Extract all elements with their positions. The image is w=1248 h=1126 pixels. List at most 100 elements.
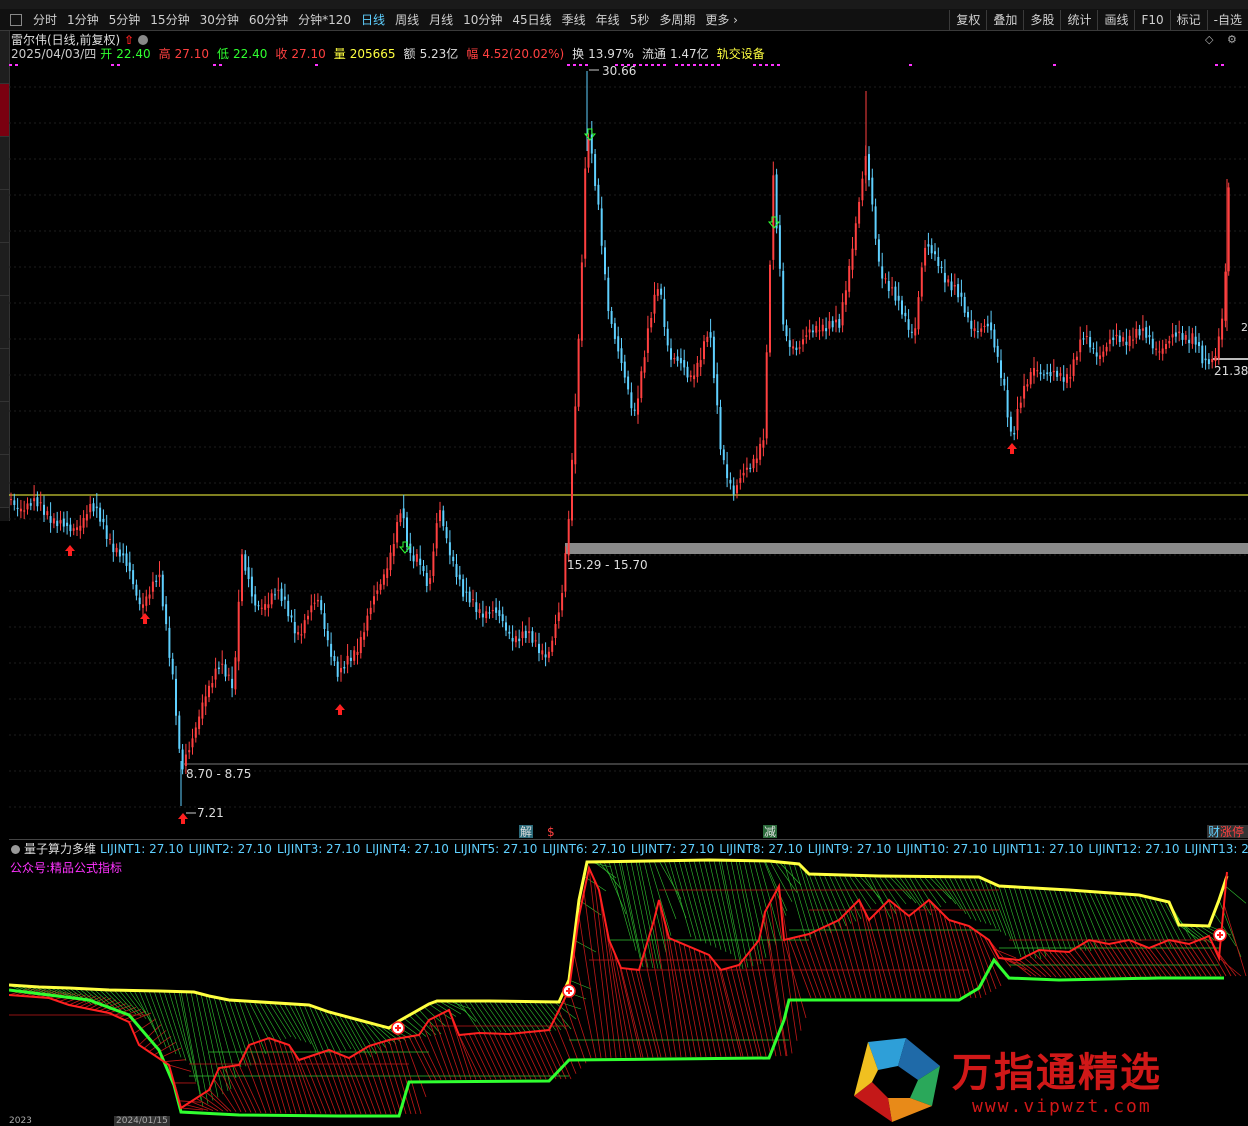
candle-body — [1026, 384, 1029, 387]
dropdown-icon[interactable] — [137, 35, 148, 45]
toolbar-button-5[interactable]: F10 — [1134, 9, 1169, 30]
toolbar-button-2[interactable]: 多股 — [1023, 9, 1060, 30]
period-tab-4[interactable]: 30分钟 — [195, 10, 244, 30]
signal-dot — [765, 64, 768, 66]
candle-body — [937, 256, 940, 266]
toolbar-button-7[interactable]: -自选 — [1206, 9, 1248, 30]
period-tab-8[interactable]: 周线 — [390, 10, 424, 30]
period-tab-5[interactable]: 60分钟 — [244, 10, 293, 30]
candle-body — [59, 520, 62, 524]
candle-body — [597, 184, 600, 205]
candle-body — [217, 667, 220, 669]
indicator-header: 量子算力多维 LIJINT1: 27.10 LIJINT2: 27.10 LIJINT… — [9, 840, 1248, 856]
period-tab-10[interactable]: 10分钟 — [458, 10, 507, 30]
candle-body — [1016, 409, 1019, 431]
candle-body — [1174, 332, 1177, 337]
side-tab-active[interactable] — [0, 84, 9, 137]
candle-body — [1099, 355, 1101, 359]
panel-toggle-icon[interactable] — [10, 13, 22, 26]
fan-line-red — [743, 958, 767, 1057]
axis-tick-label: 2 — [1241, 321, 1248, 334]
watermark-title: 万指通精选 — [952, 1050, 1162, 1096]
candle-body — [237, 601, 240, 662]
period-tab-13[interactable]: 年线 — [591, 10, 625, 30]
period-tab-12[interactable]: 季线 — [557, 10, 591, 30]
candle-body — [363, 632, 366, 640]
low-label: 7.21 — [197, 806, 224, 820]
side-tab[interactable] — [0, 455, 9, 508]
signal-dot — [15, 64, 18, 66]
candle-body — [745, 467, 748, 470]
period-tab-7[interactable]: 日线 — [356, 10, 390, 30]
side-tab[interactable] — [0, 243, 9, 296]
fan-line-red — [725, 968, 749, 1057]
period-tab-16[interactable]: 更多 › — [700, 10, 743, 30]
signal-dot — [579, 64, 582, 66]
period-tab-11[interactable]: 45日线 — [507, 10, 556, 30]
period-tab-3[interactable]: 15分钟 — [145, 10, 194, 30]
candle-body — [1036, 370, 1039, 372]
side-tab[interactable] — [0, 349, 9, 402]
candle-body — [924, 247, 927, 266]
signal-dot — [219, 64, 222, 66]
indicator-value-10: LIJINT11: 27.10 — [992, 842, 1084, 856]
candle-body — [297, 632, 300, 635]
kline-main-panel[interactable]: 30.66 15.29 - 15.70 8.70 - 8.75 7.21 21.38 2 解… — [9, 31, 1248, 839]
toolbar-button-0[interactable]: 复权 — [949, 9, 986, 30]
candle-body — [29, 503, 32, 506]
indicator-value-5: LIJINT6: 27.10 — [542, 842, 626, 856]
side-tab[interactable] — [0, 137, 9, 190]
sector-label[interactable]: 轨交设备 — [717, 47, 765, 61]
period-tab-14[interactable]: 5秒 — [625, 10, 655, 30]
side-tab[interactable] — [0, 402, 9, 455]
candle-body — [897, 295, 900, 301]
fan-line-green — [553, 1001, 577, 1020]
side-tab[interactable] — [0, 190, 9, 243]
candle-body — [485, 611, 488, 619]
diamond-icon[interactable]: ◇ — [1205, 33, 1213, 46]
candle-body — [521, 631, 524, 639]
candle-body — [392, 544, 395, 557]
candle-body — [544, 654, 547, 658]
candle-body — [914, 328, 917, 336]
candle-body — [138, 597, 141, 605]
indicator-value-1: LIJINT2: 27.10 — [188, 842, 272, 856]
side-tab[interactable] — [0, 296, 9, 349]
fan-line-red — [748, 952, 772, 1057]
settings-gear-icon[interactable]: ⚙ — [1227, 33, 1237, 46]
quote-date: 2025/04/03/四 — [11, 47, 97, 61]
period-tab-15[interactable]: 多周期 — [654, 10, 700, 30]
candle-body — [1198, 342, 1200, 347]
close-label: 收 — [275, 47, 288, 61]
fan-line-green — [993, 883, 1017, 949]
toolbar-button-1[interactable]: 叠加 — [986, 9, 1023, 30]
period-tab-2[interactable]: 5分钟 — [104, 10, 146, 30]
candle-body — [69, 524, 72, 532]
candle-body — [280, 588, 283, 601]
candle-body — [557, 612, 560, 622]
period-tab-9[interactable]: 月线 — [424, 10, 458, 30]
period-tab-6[interactable]: 分钟*120 — [293, 10, 356, 30]
date-label: 2023 — [9, 1116, 32, 1126]
toolbar-button-6[interactable]: 标记 — [1169, 9, 1207, 30]
kline-chart[interactable]: 30.66 15.29 - 15.70 8.70 - 8.75 7.21 21.38 2 解… — [9, 31, 1248, 839]
toolbar-button-3[interactable]: 统计 — [1060, 9, 1097, 30]
indicator-gear-icon[interactable] — [11, 845, 20, 854]
fan-line-green — [268, 1002, 292, 1038]
quote-row: 2025/04/03/四开 22.40 高 27.10 低 22.40 收 27.10 量 205… — [11, 45, 769, 62]
candle-body — [868, 154, 870, 181]
candle-body — [534, 640, 537, 642]
candle-body — [72, 528, 75, 531]
candle-body — [161, 574, 164, 607]
period-tab-0[interactable]: 分时 — [28, 10, 62, 30]
fan-line-red — [1013, 959, 1037, 977]
signal-dot — [111, 64, 114, 66]
indicator-title[interactable]: 量子算力多维 — [24, 842, 96, 856]
candle-body — [1118, 335, 1121, 342]
period-tab-1[interactable]: 1分钟 — [62, 10, 104, 30]
side-tab[interactable] — [0, 31, 9, 84]
candle-body — [472, 599, 474, 601]
toolbar-button-4[interactable]: 画线 — [1097, 9, 1134, 30]
fan-line-green — [253, 1001, 277, 1043]
fan-line-red — [408, 1036, 432, 1081]
